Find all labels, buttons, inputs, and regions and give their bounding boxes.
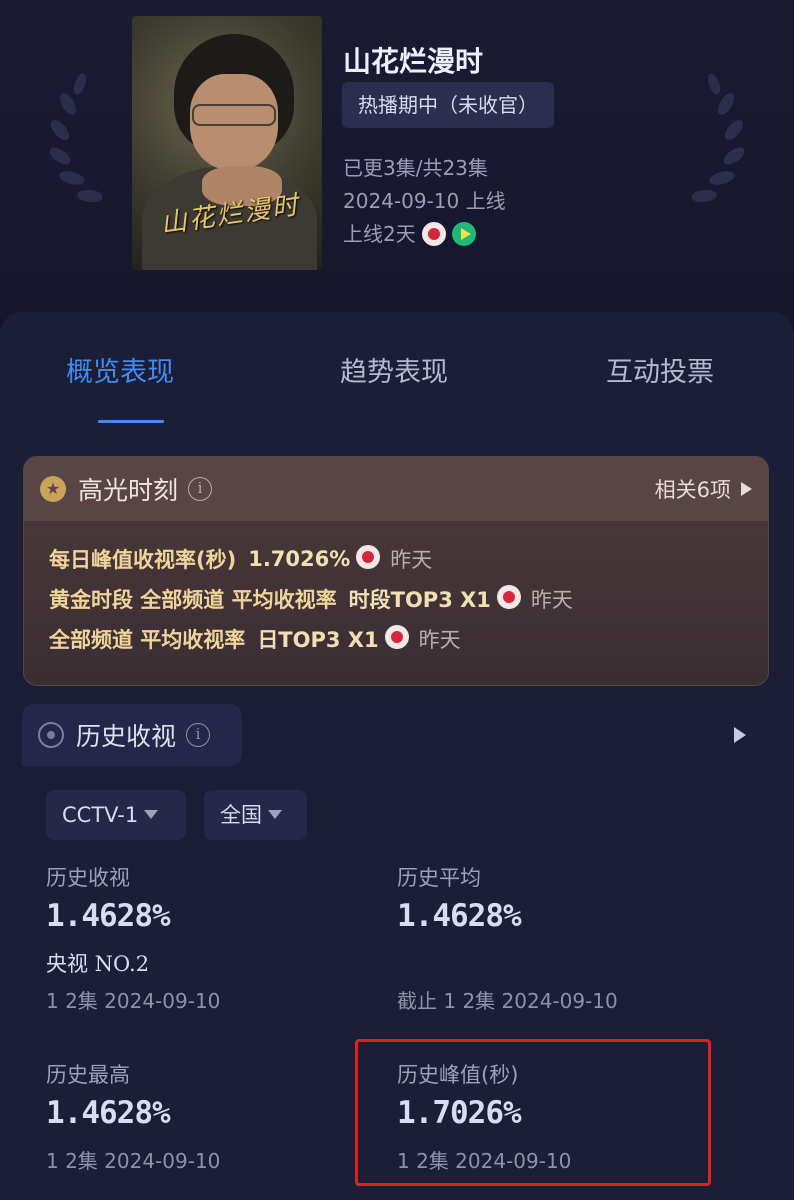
laurel-right-icon <box>692 73 745 203</box>
cctv1-logo-icon <box>421 221 446 246</box>
info-icon[interactable]: i <box>188 477 213 501</box>
channel-select-value: CCTV-1 <box>62 803 139 827</box>
cctv1-logo-icon <box>356 545 381 569</box>
history-section-header[interactable]: 历史收视 i <box>22 704 242 766</box>
cctv1-logo-icon <box>496 585 521 609</box>
highlight-value: 1.7026% <box>248 547 351 571</box>
status-badge: 热播期中（未收官） <box>342 82 554 128</box>
stat-episode-date: 截止 1 2集 2024-09-10 <box>397 989 618 1013</box>
show-header: 山花烂漫时 山花烂漫时 热播期中（未收官） 已更3集/共23集 2024-09-… <box>0 0 794 320</box>
info-icon[interactable]: i <box>186 723 211 747</box>
annotation-highlight-box <box>355 1039 711 1186</box>
highlight-label: 黄金时段 全部频道 平均收视率 <box>49 588 337 612</box>
stat-label: 历史最高 <box>46 1063 130 1087</box>
show-title: 山花烂漫时 <box>343 45 484 78</box>
highlight-title: 高光时刻 <box>78 476 179 505</box>
episode-count: 已更3集/共23集 <box>343 156 488 180</box>
stat-value: 1.4628% <box>397 898 522 934</box>
channel-select[interactable]: CCTV-1 <box>46 790 186 840</box>
stat-episode-date: 1 2集 2024-09-10 <box>46 989 221 1013</box>
highlight-label: 每日峰值收视率(秒) <box>49 548 237 572</box>
stat-episode-date: 1 2集 2024-09-10 <box>46 1149 221 1173</box>
region-select-value: 全国 <box>220 803 262 827</box>
region-select[interactable]: 全国 <box>204 790 307 840</box>
highlight-label: 全部频道 平均收视率 <box>49 628 246 652</box>
related-link[interactable]: 相关6项 <box>655 474 752 504</box>
highlight-value: 时段TOP3 X1 <box>348 588 491 612</box>
stat-label: 历史平均 <box>397 866 481 890</box>
highlight-row: 全部频道 平均收视率 日TOP3 X1 昨天 <box>49 624 461 654</box>
highlight-time: 昨天 <box>530 588 573 612</box>
tab-vote[interactable]: 互动投票 <box>606 350 714 389</box>
highlight-row: 黄金时段 全部频道 平均收视率 时段TOP3 X1 昨天 <box>49 584 573 614</box>
highlight-value: 日TOP3 X1 <box>257 628 379 652</box>
film-reel-icon <box>38 722 64 748</box>
chevron-down-icon <box>144 810 159 819</box>
active-tab-indicator <box>98 420 164 423</box>
stat-value: 1.4628% <box>46 1095 171 1131</box>
stat-label: 历史收视 <box>46 866 130 890</box>
highlight-row: 每日峰值收视率(秒) 1.7026% 昨天 <box>49 544 432 574</box>
days-online: 上线2天 <box>343 222 416 246</box>
premiere-date: 2024-09-10 上线 <box>343 189 506 213</box>
stat-rank: 央视 NO.2 <box>46 952 150 976</box>
cctv1-logo-icon <box>384 625 409 649</box>
highlight-time: 昨天 <box>418 628 461 652</box>
chevron-down-icon <box>268 810 282 819</box>
highlight-time: 昨天 <box>390 548 433 572</box>
history-title: 历史收视 <box>76 722 177 751</box>
star-badge-icon: ★ <box>40 476 66 502</box>
arrow-right-icon <box>741 482 752 496</box>
show-poster[interactable]: 山花烂漫时 <box>132 16 322 270</box>
highlight-header: ★ 高光时刻 i 相关6项 <box>24 457 768 521</box>
tab-overview[interactable]: 概览表现 <box>66 350 174 389</box>
stat-value: 1.4628% <box>46 898 171 934</box>
days-online-row: 上线2天 <box>343 218 476 248</box>
related-label: 相关6项 <box>654 478 731 502</box>
video-platform-logo-icon <box>451 221 476 246</box>
laurel-left-icon <box>49 73 102 203</box>
history-expand-arrow-icon[interactable] <box>734 727 746 743</box>
tab-trend[interactable]: 趋势表现 <box>340 350 448 389</box>
